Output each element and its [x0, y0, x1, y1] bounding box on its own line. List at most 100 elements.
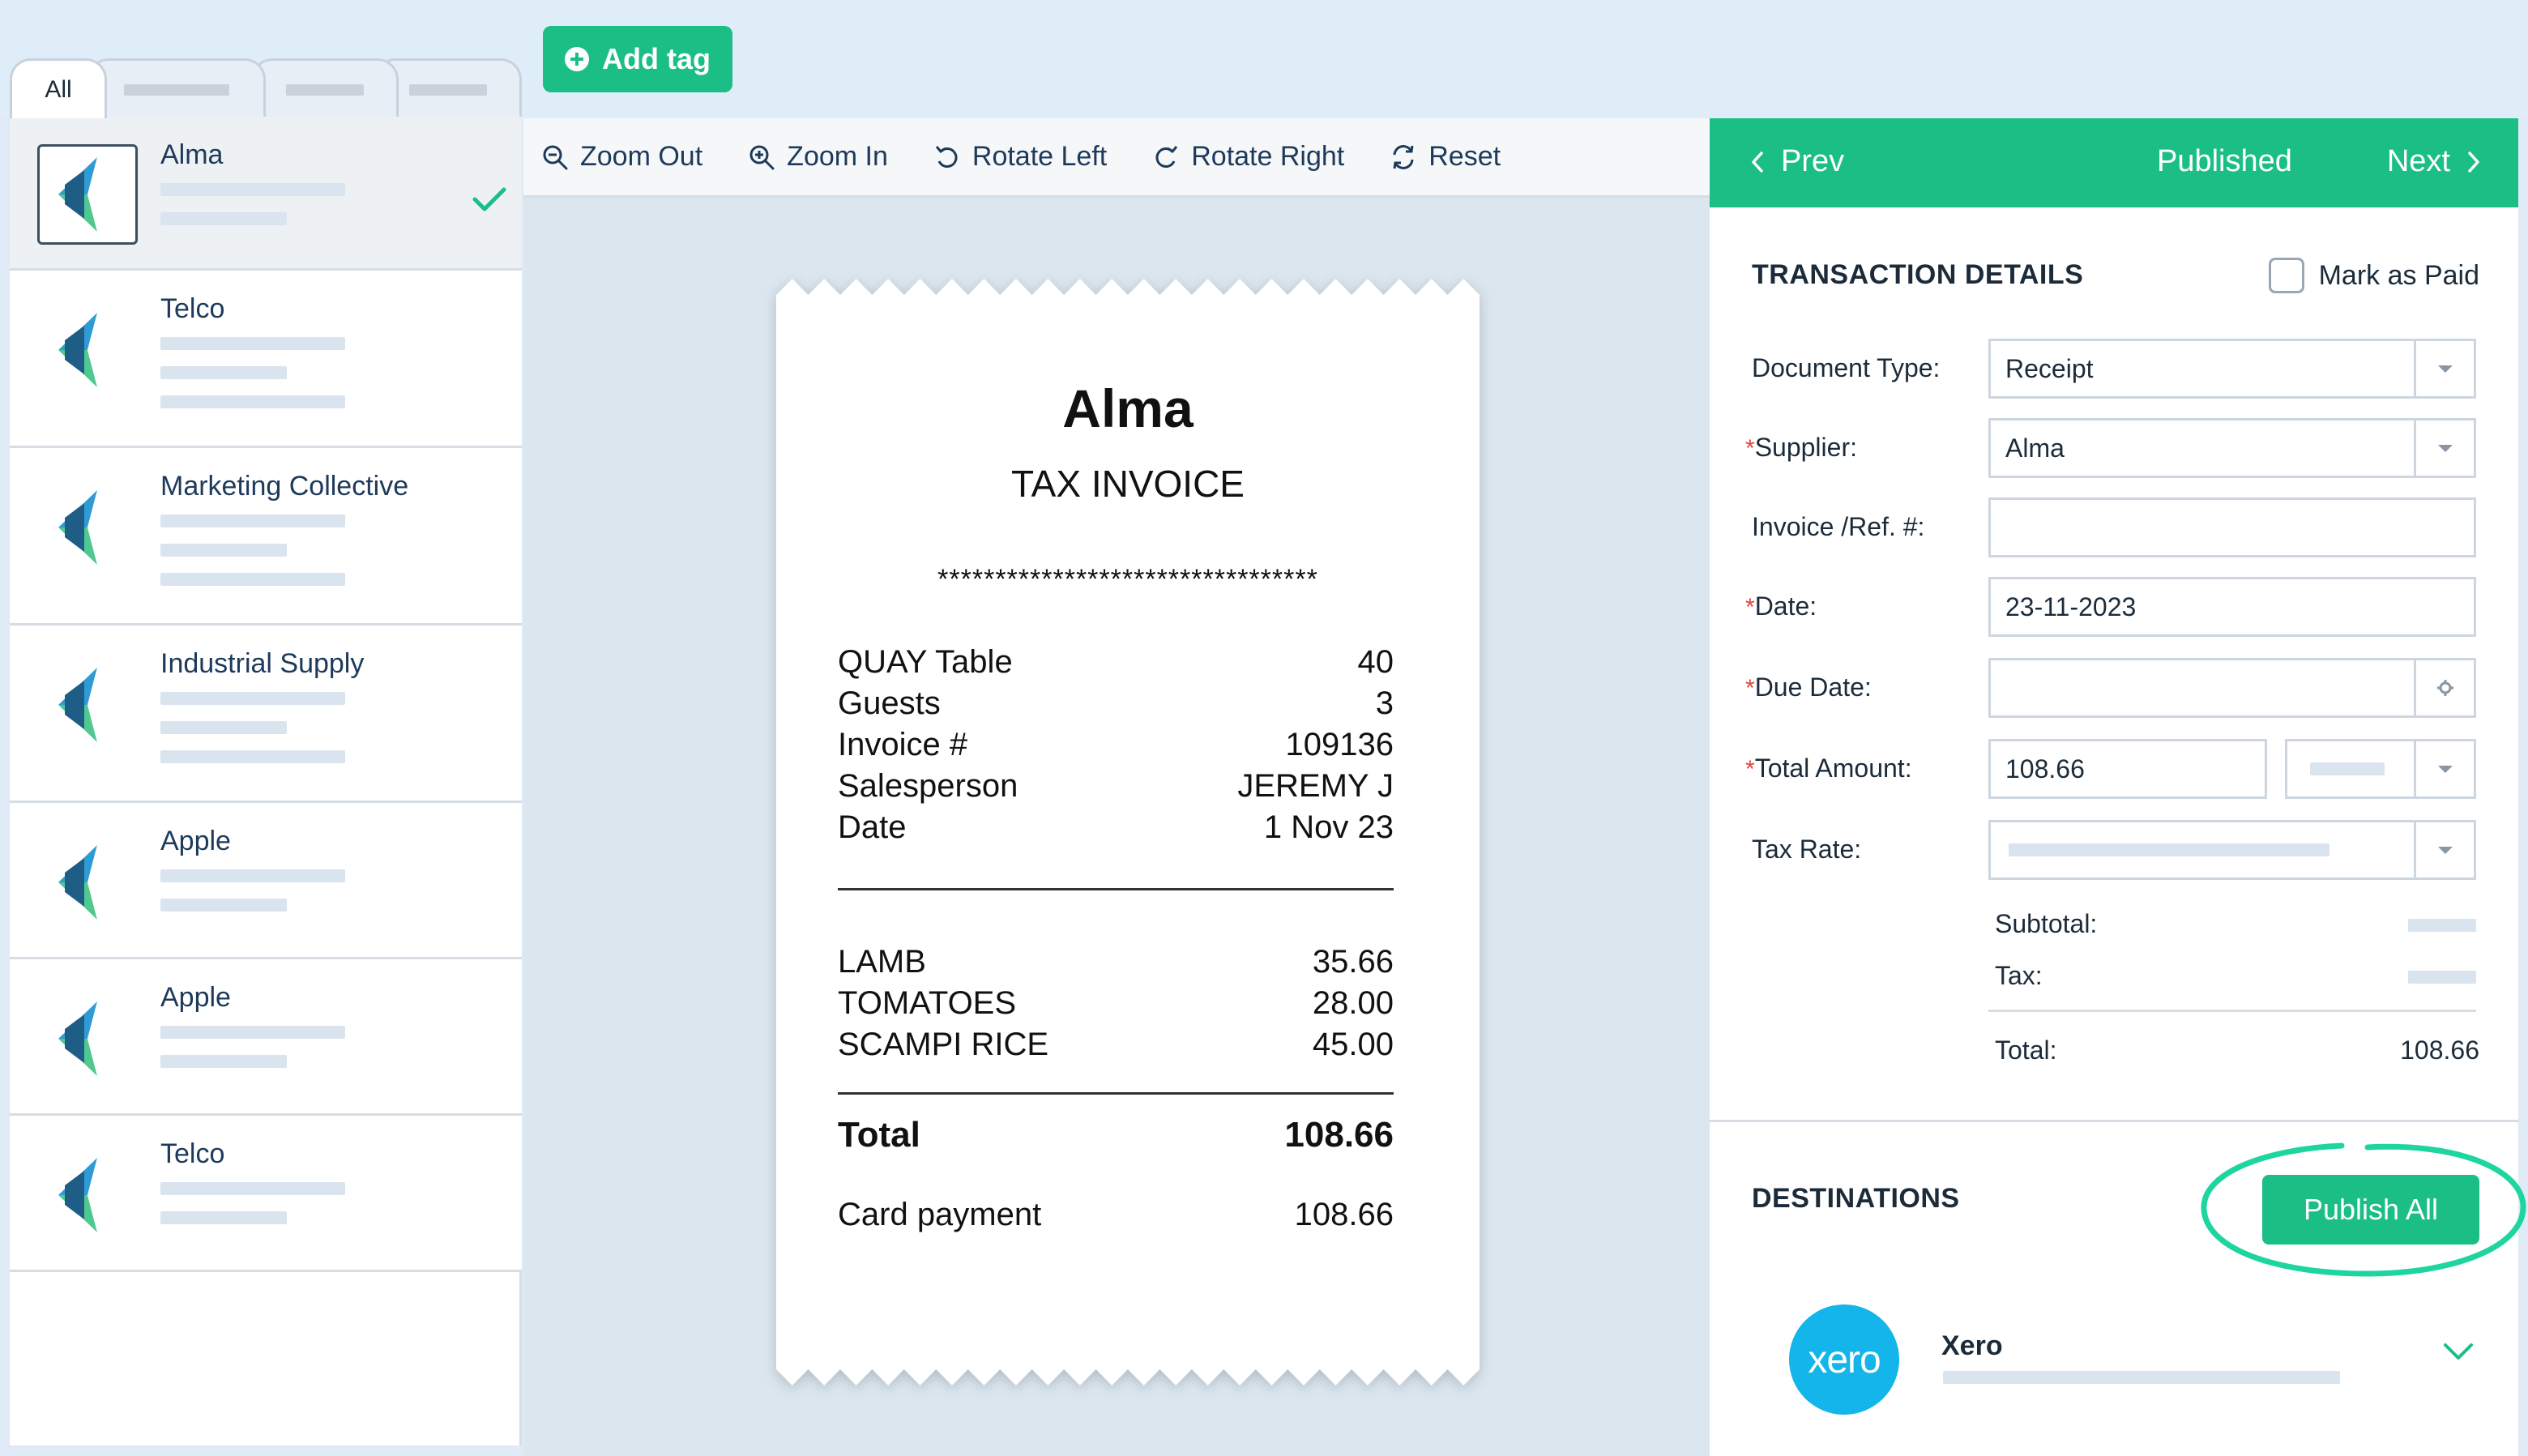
document-name: Apple [160, 982, 231, 1013]
tab-all-label: All [45, 75, 72, 103]
document-meta-placeholder [160, 1026, 345, 1039]
document-logo-icon [58, 845, 97, 920]
document-meta-placeholder [160, 869, 345, 882]
document-item[interactable]: Telco [10, 271, 522, 448]
due-date-input[interactable] [1988, 658, 2476, 718]
document-meta-placeholder [160, 366, 287, 379]
required-marker: * [1745, 756, 1755, 783]
prev-button[interactable]: Prev [1749, 144, 1844, 179]
total-label: Total: [1995, 1035, 2057, 1065]
total-amount-label-text: Total Amount: [1754, 754, 1912, 783]
document-list: Alma Telco Marketing Collective Industri… [10, 117, 522, 1445]
zoom-out-label: Zoom Out [580, 141, 703, 172]
section-divider [1710, 1120, 2518, 1122]
zoom-in-button[interactable]: Zoom In [748, 141, 888, 173]
publish-all-button[interactable]: Publish All [2262, 1175, 2479, 1245]
tax-rate-select[interactable] [1988, 820, 2476, 880]
destination-name: Xero [1941, 1330, 2003, 1361]
tax-rate-label: Tax Rate: [1752, 835, 1862, 864]
receipt-row: Invoice # 109136 [838, 724, 1394, 766]
receipt-row-label: Invoice # [838, 727, 968, 762]
document-meta-placeholder [160, 1211, 287, 1224]
receipt-payment: Card payment 108.66 [838, 1194, 1394, 1236]
rotate-left-button[interactable]: Rotate Left [933, 141, 1107, 173]
document-type-label: Document Type: [1752, 353, 1941, 382]
document-item[interactable]: Apple [10, 959, 522, 1116]
document-name: Marketing Collective [160, 471, 409, 502]
document-meta-placeholder [160, 750, 345, 763]
receipt-item-label: LAMB [838, 944, 926, 980]
chevron-left-icon [1752, 151, 1763, 173]
rotate-right-button[interactable]: Rotate Right [1152, 141, 1344, 173]
document-thumbnail [37, 144, 138, 245]
currency-select[interactable] [2285, 739, 2476, 799]
prev-label: Prev [1781, 144, 1845, 178]
receipt-row: Salesperson JEREMY J [838, 766, 1394, 807]
next-button[interactable]: Next [2387, 144, 2483, 179]
document-name: Apple [160, 826, 231, 856]
tax-rate-placeholder [2009, 843, 2329, 856]
receipt-item-label: SCAMPI RICE [838, 1027, 1049, 1062]
destinations-title: DESTINATIONS [1752, 1183, 1960, 1214]
rotate-right-icon [1155, 145, 1178, 168]
receipt-row-label: Date [838, 809, 907, 845]
dropdown-arrow-icon [2414, 822, 2474, 877]
receipt-payment-label: Card payment [838, 1197, 1042, 1232]
destination-placeholder [1943, 1371, 2340, 1384]
receipt-payment-row: Card payment 108.66 [838, 1194, 1394, 1236]
receipt-divider [838, 1092, 1394, 1095]
tab-label-placeholder [286, 83, 364, 96]
tab-all[interactable]: All [10, 58, 107, 118]
receipt-item-value: 45.00 [1312, 1027, 1394, 1062]
receipt-item-value: 35.66 [1312, 944, 1394, 980]
document-item[interactable]: Marketing Collective [10, 448, 522, 626]
document-logo-icon [58, 1001, 97, 1076]
total-amount-input[interactable]: 108.66 [1988, 739, 2267, 799]
date-input[interactable]: 23-11-2023 [1988, 577, 2476, 637]
required-marker: * [1745, 594, 1755, 621]
reset-button[interactable]: Reset [1390, 141, 1501, 173]
due-date-settings-button[interactable] [2414, 660, 2474, 715]
invoice-ref-input[interactable] [1988, 497, 2476, 557]
document-logo-icon [58, 1158, 97, 1232]
receipt-divider [838, 888, 1394, 890]
document-item[interactable]: Alma [10, 117, 522, 271]
invoice-ref-label: Invoice /Ref. #: [1752, 512, 1925, 541]
xero-logo-text: xero [1808, 1338, 1881, 1381]
zoom-in-label: Zoom In [787, 141, 888, 172]
mark-as-paid-toggle[interactable]: Mark as Paid [2268, 258, 2479, 293]
tab-2[interactable] [88, 58, 266, 118]
transaction-details-title: TRANSACTION DETAILS [1752, 259, 2084, 290]
document-logo-icon [58, 157, 97, 232]
filter-tabs: All [10, 58, 522, 118]
date-label: *Date: [1745, 591, 1817, 621]
receipt-row: QUAY Table 40 [838, 642, 1394, 683]
reset-icon [1393, 144, 1414, 169]
document-name: Telco [160, 293, 225, 324]
mark-as-paid-checkbox[interactable] [2268, 258, 2304, 293]
document-type-select[interactable]: Receipt [1988, 339, 2476, 399]
receipt-row-value: 1 Nov 23 [1263, 809, 1394, 845]
document-item[interactable]: Apple [10, 803, 522, 959]
receipt-row-label: Salesperson [838, 768, 1018, 804]
zoom-out-button[interactable]: Zoom Out [541, 141, 702, 173]
document-name: Telco [160, 1138, 225, 1169]
chevron-down-icon[interactable] [2440, 1340, 2476, 1363]
transaction-panel: Prev Published Next TRANSACTION DETAILS … [1710, 118, 2526, 1456]
zoom-out-icon [543, 145, 568, 169]
tab-label-placeholder [124, 83, 229, 96]
add-tag-button[interactable]: Add tag [543, 26, 732, 92]
document-item[interactable]: Telco [10, 1116, 522, 1272]
document-meta-placeholder [160, 573, 345, 586]
receipt-item-value: 28.00 [1312, 985, 1394, 1021]
required-marker: * [1745, 675, 1755, 702]
supplier-select[interactable]: Alma [1988, 418, 2476, 478]
receipt-info-rows: QUAY Table 40 Guests 3 Invoice # 109136 Sal… [838, 642, 1394, 848]
receipt-row-label: Guests [838, 685, 941, 721]
document-item[interactable]: Industrial Supply [10, 626, 522, 803]
document-type-value: Receipt [2005, 353, 2094, 383]
receipt-total-value: 108.66 [1284, 1115, 1394, 1155]
dropdown-arrow-icon [2414, 741, 2474, 796]
tab-3[interactable] [251, 58, 399, 118]
receipt-row-value: 109136 [1285, 727, 1394, 762]
